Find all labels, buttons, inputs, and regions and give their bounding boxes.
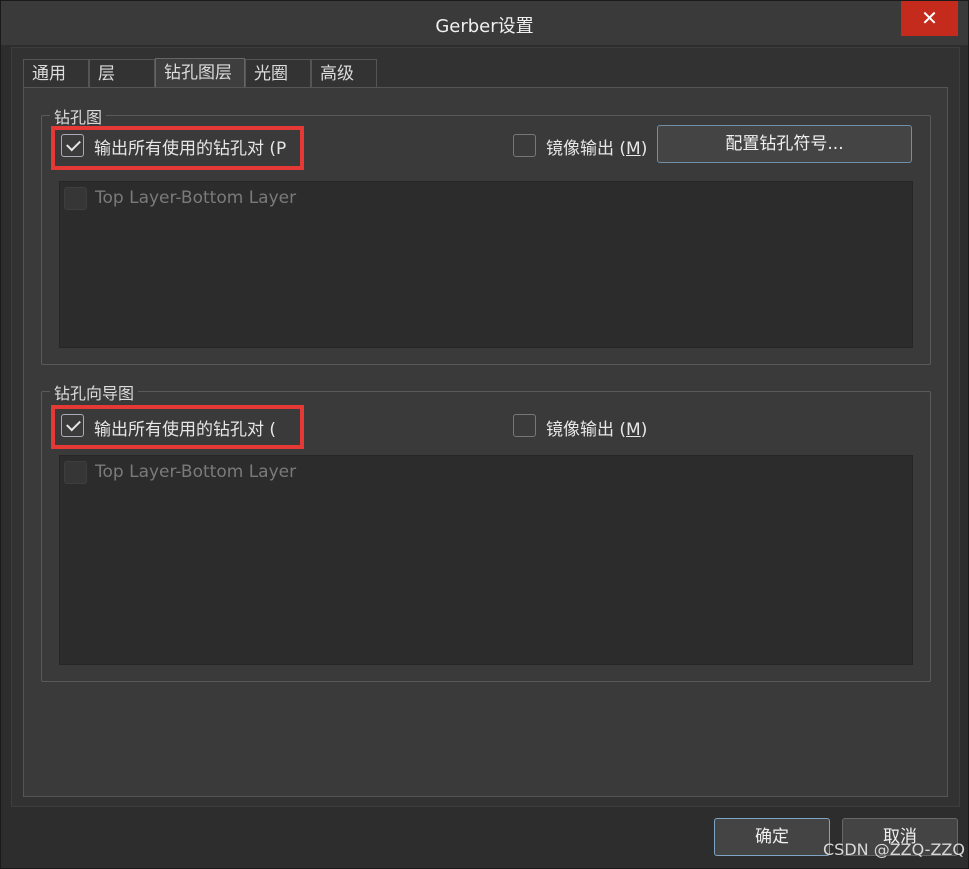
tab-page: 钻孔图 输出所有使用的钻孔对 (P 镜像输出 (M) 配置钻孔符号... Top…: [23, 87, 948, 797]
layer-pair-label: Top Layer-Bottom Layer: [95, 462, 297, 482]
layer-pair-label: Top Layer-Bottom Layer: [95, 188, 297, 208]
configure-drill-symbols-button[interactable]: 配置钻孔符号...: [657, 125, 912, 163]
mirror-guide-label: 镜像输出 (M): [546, 420, 648, 440]
mirror-plots-checkbox[interactable]: [513, 134, 536, 157]
guide-pairs-list[interactable]: Top Layer-Bottom Layer: [59, 455, 913, 665]
window-title: Gerber设置: [435, 16, 534, 37]
gerber-settings-dialog: Gerber设置 ✕ 通用 层 钻孔图层 光圈 高级 钻孔图 输出所有使用的钻孔…: [0, 0, 969, 869]
tab-general[interactable]: 通用: [23, 59, 89, 87]
drill-guide-group-label: 钻孔向导图: [50, 380, 139, 404]
drill-drawing-group-label: 钻孔图: [50, 104, 107, 128]
annotation-highlight-box: [51, 126, 304, 170]
watermark-text: CSDN @ZZQ-ZZQ: [823, 840, 965, 859]
tab-layers[interactable]: 层: [89, 59, 155, 87]
mirror-guide-checkbox[interactable]: [513, 414, 536, 437]
ok-button[interactable]: 确定: [714, 818, 830, 856]
tab-drill-drawing[interactable]: 钻孔图层: [155, 58, 245, 88]
mirror-plots-label: 镜像输出 (M): [546, 139, 648, 159]
tab-apertures[interactable]: 光圈: [245, 59, 311, 87]
annotation-highlight-box: [51, 405, 304, 449]
tab-advanced[interactable]: 高级: [311, 59, 377, 87]
layer-pair-checkbox[interactable]: [64, 461, 87, 484]
close-button[interactable]: ✕: [901, 1, 958, 36]
title-bar[interactable]: Gerber设置 ✕: [1, 1, 968, 45]
layer-pair-checkbox[interactable]: [64, 187, 87, 210]
drill-pairs-list[interactable]: Top Layer-Bottom Layer: [59, 181, 913, 348]
